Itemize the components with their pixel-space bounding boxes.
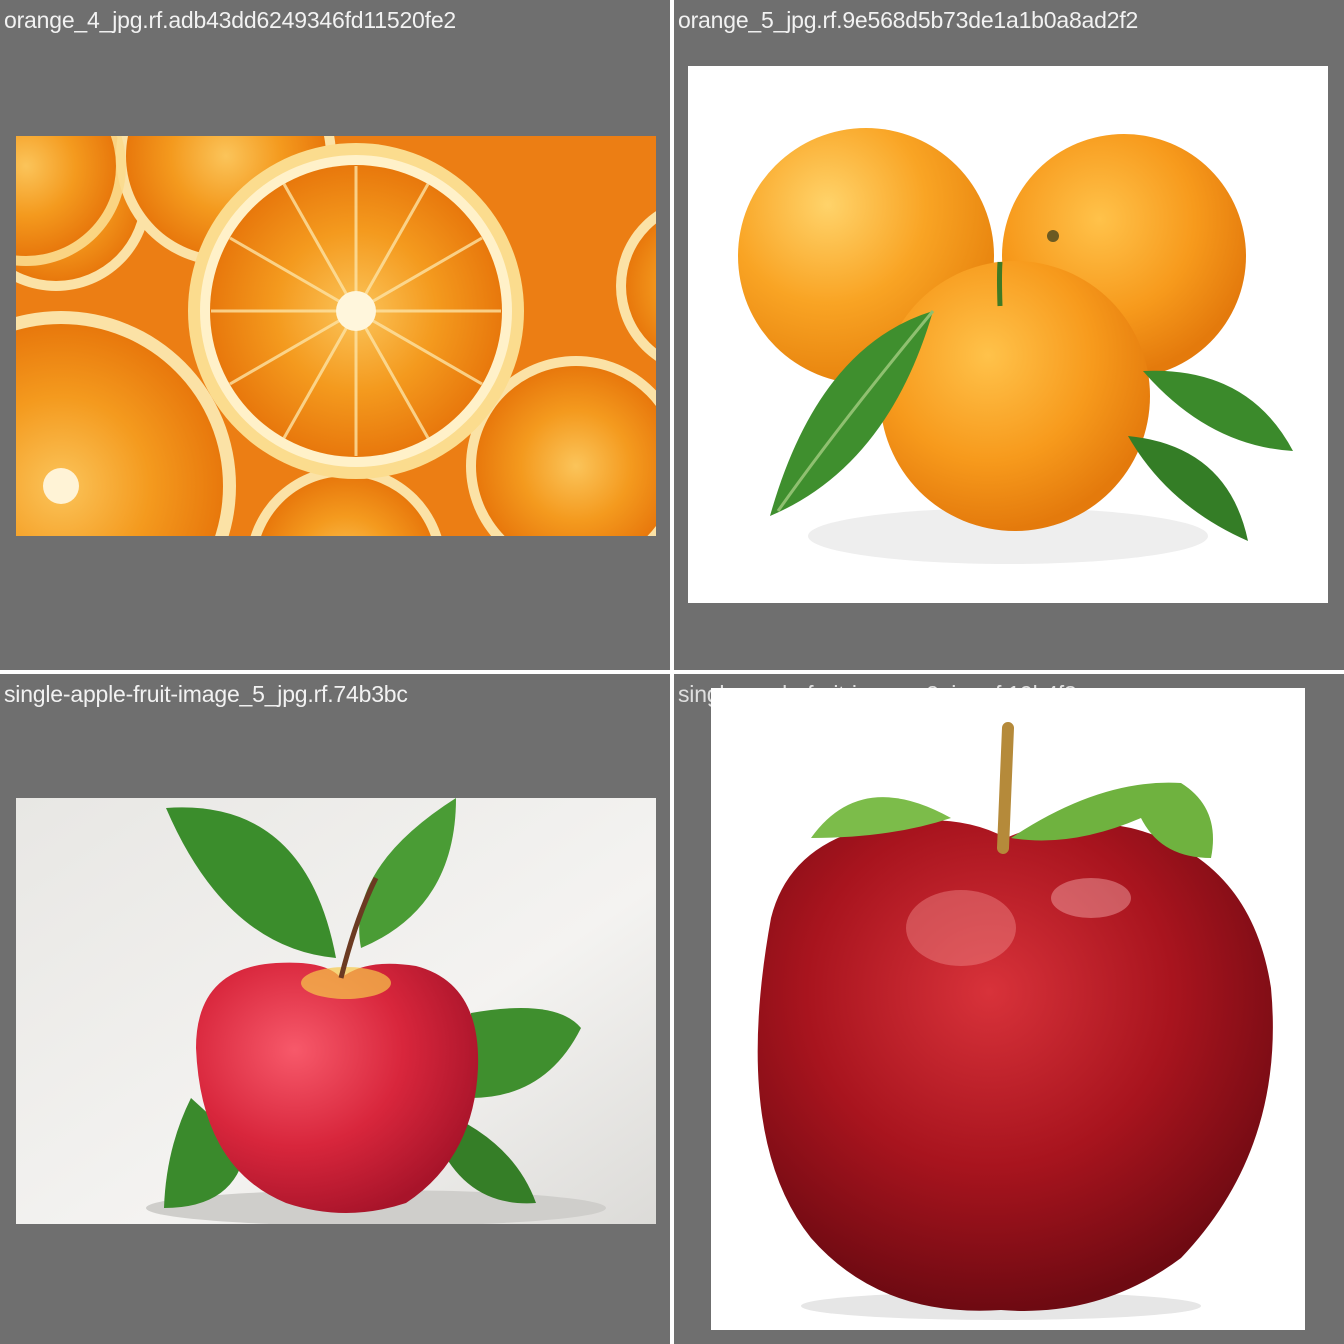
image-tile-2[interactable]: orange_5_jpg.rf.9e568d5b73de1a1b0a8ad2f2 (674, 0, 1344, 670)
image-tile-label: orange_5_jpg.rf.9e568d5b73de1a1b0a8ad2f2 (678, 7, 1139, 33)
apple-with-leaves-image (16, 798, 656, 1224)
image-tile-label: single-apple-fruit-image_5_jpg.rf.74b3bc (4, 681, 408, 707)
image-grid: orange_4_jpg.rf.adb43dd6249346fd11520fe2 (0, 0, 1344, 1344)
image-tile-label: single-apple-fruit-image_2_jpg.rf.19b4f3 (678, 681, 1077, 707)
image-tile-label: orange_4_jpg.rf.adb43dd6249346fd11520fe2 (4, 7, 457, 33)
three-oranges-image (688, 66, 1328, 603)
image-tile-3[interactable]: single-apple-fruit-image_5_jpg.rf.74b3bc (0, 674, 670, 1344)
red-apple-image (711, 688, 1305, 1330)
image-tile-4[interactable]: single-apple-fruit-image_2_jpg.rf.19b4f3 (674, 674, 1344, 1344)
orange-slices-image (16, 136, 656, 536)
image-tile-1[interactable]: orange_4_jpg.rf.adb43dd6249346fd11520fe2 (0, 0, 670, 670)
